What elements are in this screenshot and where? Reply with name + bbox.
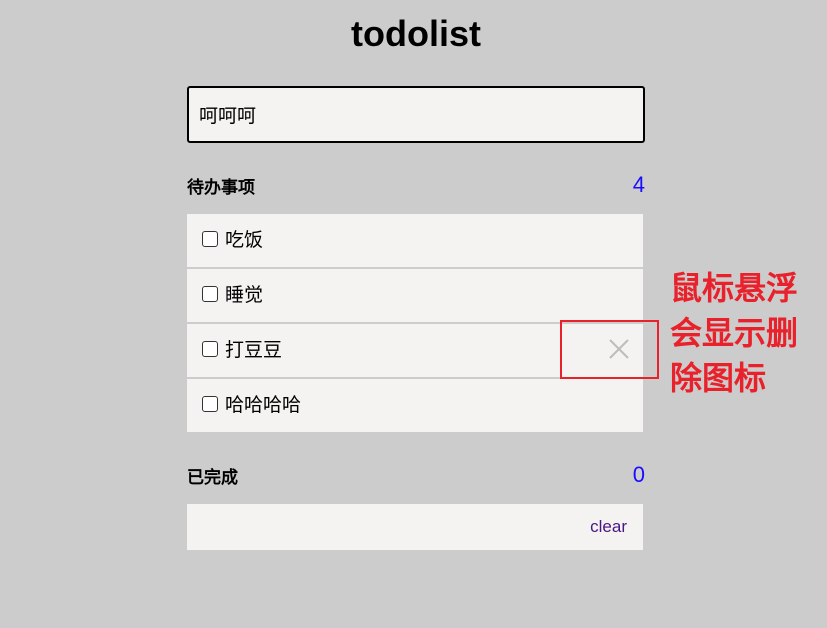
todo-checkbox[interactable] — [202, 286, 218, 302]
todo-text: 打豆豆 — [225, 339, 283, 361]
todo-item: 吃饭 — [187, 214, 643, 269]
todo-text: 吃饭 — [225, 229, 264, 251]
hover-highlight-box — [560, 320, 659, 379]
completed-count: 0 — [632, 462, 645, 487]
new-todo-input[interactable] — [187, 86, 645, 143]
todo-checkbox[interactable] — [202, 341, 218, 357]
todo-item: 哈哈哈哈 — [187, 379, 643, 432]
completed-list: clear — [187, 504, 643, 550]
todo-text: 哈哈哈哈 — [225, 394, 302, 416]
todo-text: 睡觉 — [225, 284, 264, 306]
pending-count: 4 — [632, 172, 645, 197]
todo-checkbox[interactable] — [202, 231, 218, 247]
clear-button[interactable]: clear — [590, 516, 627, 538]
todo-item: 睡觉 — [187, 269, 643, 324]
todo-checkbox[interactable] — [202, 396, 218, 412]
pending-label: 待办事项 — [187, 178, 255, 198]
annotation-text: 鼠标悬浮会显示删除图标 — [670, 269, 799, 397]
pending-header: 待办事项 4 — [187, 170, 645, 198]
completed-label: 已完成 — [187, 468, 238, 488]
page-title: todolist — [351, 13, 481, 54]
completed-header: 已完成 0 — [187, 460, 645, 488]
